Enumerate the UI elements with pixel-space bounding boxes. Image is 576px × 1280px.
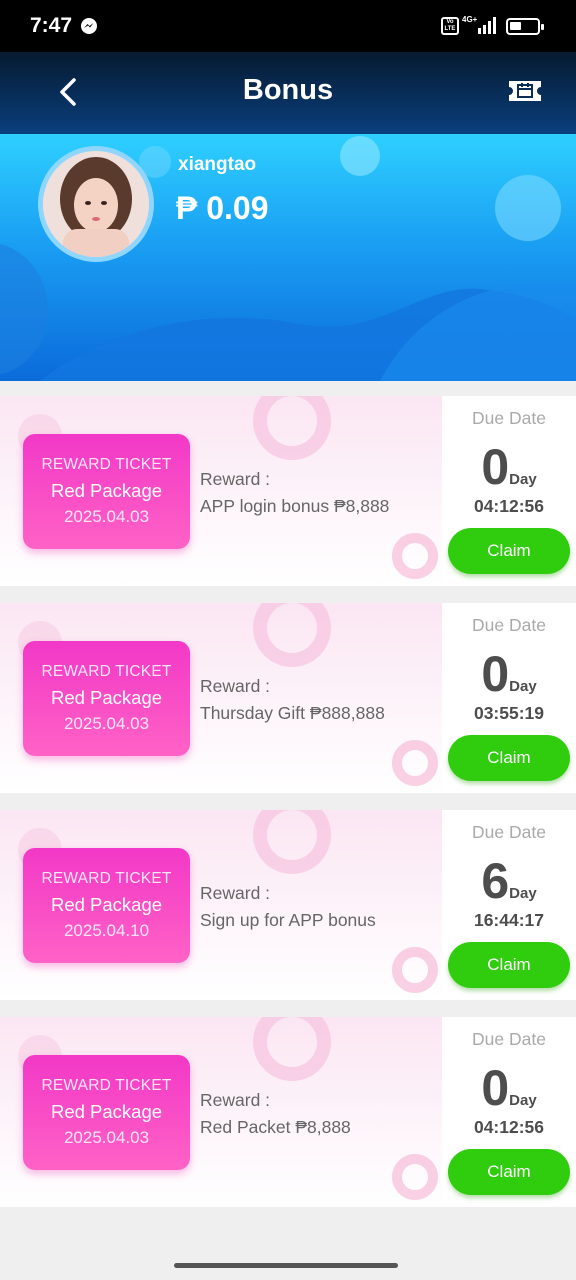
due-days-number: 6 <box>481 853 510 909</box>
page-title: Bonus <box>242 74 334 106</box>
due-date-panel: Due Date 0Day 03:55:19 Claim <box>442 603 576 793</box>
reward-description: APP login bonus ₱8,888 <box>200 496 390 516</box>
claim-button[interactable]: Claim <box>448 1149 570 1195</box>
reward-ticket-badge: REWARD TICKET Red Package 2025.04.03 <box>23 434 190 549</box>
due-date-panel: Due Date 0Day 04:12:56 Claim <box>442 1017 576 1207</box>
network-type-label: 4G+ <box>462 15 478 24</box>
due-days-number: 0 <box>481 1060 510 1116</box>
ticket-name: Red Package <box>50 687 163 708</box>
reward-card: REWARD TICKET Red Package 2025.04.10 Rew… <box>0 810 576 1000</box>
due-days-unit: Day <box>509 885 537 902</box>
claim-button[interactable]: Claim <box>448 528 570 574</box>
ticket-type: REWARD TICKET <box>41 456 172 473</box>
due-days-unit: Day <box>509 471 537 488</box>
due-days-unit: Day <box>509 1092 537 1109</box>
due-date-panel: Due Date 6Day 16:44:17 Claim <box>442 810 576 1000</box>
due-date-label: Due Date <box>472 615 546 635</box>
ticket-date: 2025.04.10 <box>63 921 150 940</box>
reward-description: Thursday Gift ₱888,888 <box>200 703 385 723</box>
reward-label: Reward : <box>200 883 271 903</box>
reward-card: REWARD TICKET Red Package 2025.04.03 Rew… <box>0 603 576 793</box>
reward-description: Sign up for APP bonus <box>200 910 376 930</box>
ticket-type: REWARD TICKET <box>41 870 172 887</box>
due-date-panel: Due Date 0Day 04:12:56 Claim <box>442 396 576 586</box>
avatar <box>38 146 154 262</box>
due-time: 03:55:19 <box>473 703 545 723</box>
reward-label: Reward : <box>200 1090 271 1110</box>
ticket-type: REWARD TICKET <box>41 663 172 680</box>
status-bar: 7:47 Vo LTE 4G+ <box>0 0 576 52</box>
reward-ticket-badge: REWARD TICKET Red Package 2025.04.03 <box>23 641 190 756</box>
messenger-icon <box>81 18 97 34</box>
due-days: 0Day <box>442 438 576 496</box>
status-time: 7:47 <box>30 14 73 37</box>
ticket-name: Red Package <box>50 1101 163 1122</box>
due-days-number: 0 <box>481 439 510 495</box>
reward-label: Reward : <box>200 469 271 489</box>
due-date-label: Due Date <box>472 822 546 842</box>
due-time: 04:12:56 <box>473 496 545 516</box>
ticket-name: Red Package <box>50 894 163 915</box>
due-time: 16:44:17 <box>473 910 545 930</box>
due-days: 0Day <box>442 1059 576 1117</box>
balance: ₱ 0.09 <box>176 190 269 226</box>
reward-card: REWARD TICKET Red Package 2025.04.03 Rew… <box>0 1017 576 1207</box>
claim-button[interactable]: Claim <box>448 735 570 781</box>
battery-icon <box>506 18 544 35</box>
ticket-icon[interactable] <box>506 76 544 106</box>
ticket-date: 2025.04.03 <box>63 714 150 733</box>
claim-button[interactable]: Claim <box>448 942 570 988</box>
reward-ticket-badge: REWARD TICKET Red Package 2025.04.03 <box>23 1055 190 1170</box>
ticket-name: Red Package <box>50 480 163 501</box>
due-days-unit: Day <box>509 678 537 695</box>
reward-label: Reward : <box>200 676 271 696</box>
reward-description: Red Packet ₱8,888 <box>200 1117 351 1137</box>
due-days: 6Day <box>442 852 576 910</box>
signal-icon: 4G+ <box>462 15 496 34</box>
due-date-label: Due Date <box>472 1029 546 1049</box>
due-date-label: Due Date <box>472 408 546 428</box>
due-time: 04:12:56 <box>473 1117 545 1137</box>
volte-icon: Vo LTE <box>441 17 459 35</box>
ticket-date: 2025.04.03 <box>63 507 150 526</box>
ticket-date: 2025.04.03 <box>63 1128 150 1147</box>
ticket-type: REWARD TICKET <box>41 1077 172 1094</box>
reward-ticket-badge: REWARD TICKET Red Package 2025.04.10 <box>23 848 190 963</box>
due-days-number: 0 <box>481 646 510 702</box>
home-indicator[interactable] <box>174 1263 398 1268</box>
username: xiangtao <box>178 154 257 175</box>
reward-card: REWARD TICKET Red Package 2025.04.03 Rew… <box>0 396 576 586</box>
due-days: 0Day <box>442 645 576 703</box>
profile-banner: xiangtao ₱ 0.09 <box>0 134 576 381</box>
app-header: Bonus <box>0 52 576 134</box>
